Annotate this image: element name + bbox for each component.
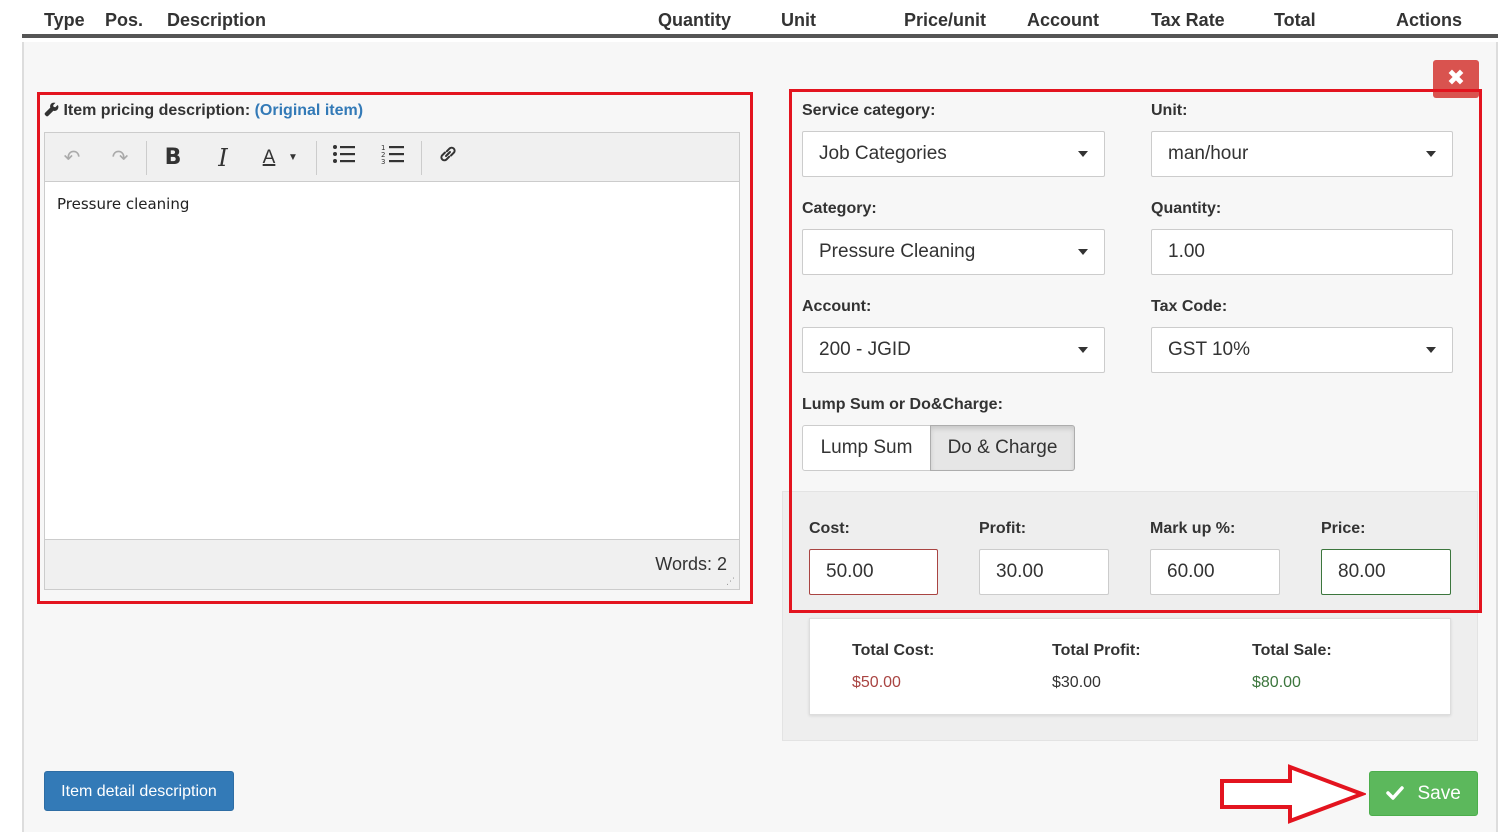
total-sale-value: $80.00 bbox=[1252, 674, 1301, 691]
category-value: Pressure Cleaning bbox=[819, 241, 976, 262]
rich-text-editor: ↶ ↷ B I A ▼ 123 Pressure cleaning Words:… bbox=[44, 132, 740, 590]
do-and-charge-button[interactable]: Do & Charge bbox=[930, 425, 1075, 471]
column-tax-rate: Tax Rate bbox=[1151, 10, 1225, 30]
unit-select[interactable]: man/hour bbox=[1151, 131, 1453, 177]
tax-code-select[interactable]: GST 10% bbox=[1151, 327, 1453, 373]
table-header: Type Pos. Description Quantity Unit Pric… bbox=[22, 0, 1498, 38]
lump-sum-button[interactable]: Lump Sum bbox=[802, 425, 931, 471]
chevron-down-icon bbox=[1078, 347, 1088, 353]
bold-icon[interactable]: B bbox=[158, 143, 188, 173]
column-price-unit: Price/unit bbox=[904, 10, 987, 30]
column-type: Type bbox=[44, 10, 85, 30]
annotation-arrow-icon bbox=[1220, 764, 1366, 824]
save-button[interactable]: Save bbox=[1369, 771, 1478, 816]
toolbar-divider bbox=[421, 141, 422, 175]
tax-code-label: Tax Code: bbox=[1151, 298, 1228, 315]
price-input[interactable]: 80.00 bbox=[1321, 549, 1451, 595]
toolbar-divider bbox=[146, 141, 147, 175]
service-category-select[interactable]: Job Categories bbox=[802, 131, 1105, 177]
original-item-link[interactable]: (Original item) bbox=[255, 102, 363, 119]
column-pos: Pos. bbox=[105, 10, 144, 30]
chevron-down-icon bbox=[1078, 249, 1088, 255]
quantity-input[interactable]: 1.00 bbox=[1151, 229, 1453, 275]
profit-label: Profit: bbox=[979, 520, 1027, 537]
word-count: Words: 2 bbox=[655, 554, 727, 574]
column-actions: Actions bbox=[1396, 10, 1463, 30]
close-icon: ✖ bbox=[1446, 65, 1466, 90]
column-quantity: Quantity bbox=[658, 10, 732, 30]
account-label: Account: bbox=[802, 298, 872, 315]
profit-input[interactable]: 30.00 bbox=[979, 549, 1109, 595]
redo-icon[interactable]: ↷ bbox=[105, 143, 135, 173]
svg-text:3: 3 bbox=[381, 158, 385, 165]
checkmark-icon bbox=[1386, 783, 1417, 804]
editor-label-text: Item pricing description: bbox=[63, 102, 251, 119]
toolbar-divider bbox=[316, 141, 317, 175]
resize-handle-icon[interactable]: ⋰ bbox=[726, 576, 736, 586]
chevron-down-icon bbox=[1078, 151, 1088, 157]
tax-code-value: GST 10% bbox=[1168, 339, 1251, 360]
close-button[interactable]: ✖ bbox=[1433, 60, 1479, 98]
item-detail-description-button[interactable]: Item detail description bbox=[44, 771, 234, 811]
column-account: Account bbox=[1027, 10, 1099, 30]
total-cost-label: Total Cost: bbox=[852, 642, 935, 659]
editor-label: Item pricing description: (Original item… bbox=[44, 102, 363, 120]
text-color-icon[interactable]: A bbox=[254, 143, 284, 173]
save-label: Save bbox=[1417, 783, 1461, 804]
account-select[interactable]: 200 - JGID bbox=[802, 327, 1105, 373]
markup-input[interactable]: 60.00 bbox=[1150, 549, 1280, 595]
total-profit-label: Total Profit: bbox=[1052, 642, 1141, 659]
editor-content[interactable]: Pressure cleaning bbox=[57, 195, 189, 213]
cost-input[interactable]: 50.00 bbox=[809, 549, 938, 595]
unit-value: man/hour bbox=[1168, 143, 1249, 164]
chevron-down-icon[interactable]: ▼ bbox=[286, 143, 300, 173]
totals-summary: Total Cost: $50.00 Total Profit: $30.00 … bbox=[809, 618, 1451, 715]
italic-icon[interactable]: I bbox=[208, 143, 238, 173]
cost-label: Cost: bbox=[809, 520, 850, 537]
price-label: Price: bbox=[1321, 520, 1366, 537]
service-category-label: Service category: bbox=[802, 102, 936, 119]
chevron-down-icon bbox=[1426, 347, 1436, 353]
undo-icon[interactable]: ↶ bbox=[57, 143, 87, 173]
unit-label: Unit: bbox=[1151, 102, 1188, 119]
account-value: 200 - JGID bbox=[819, 339, 911, 360]
editor-statusbar: Words: 2 ⋰ bbox=[45, 539, 739, 589]
editor-toolbar: ↶ ↷ B I A ▼ 123 bbox=[45, 133, 739, 182]
service-category-value: Job Categories bbox=[819, 143, 947, 164]
chevron-down-icon bbox=[1426, 151, 1436, 157]
wrench-icon bbox=[44, 102, 59, 117]
column-unit: Unit bbox=[781, 10, 816, 30]
total-cost-value: $50.00 bbox=[852, 674, 901, 691]
numbered-list-icon[interactable]: 123 bbox=[378, 143, 408, 173]
category-select[interactable]: Pressure Cleaning bbox=[802, 229, 1105, 275]
category-label: Category: bbox=[802, 200, 877, 217]
column-description: Description bbox=[167, 10, 267, 30]
markup-label: Mark up %: bbox=[1150, 520, 1236, 537]
total-sale-label: Total Sale: bbox=[1252, 642, 1332, 659]
quantity-label: Quantity: bbox=[1151, 200, 1222, 217]
column-total: Total bbox=[1274, 10, 1316, 30]
charge-type-label: Lump Sum or Do&Charge: bbox=[802, 396, 1003, 413]
bullet-list-icon[interactable] bbox=[329, 143, 359, 173]
link-icon[interactable] bbox=[433, 143, 463, 173]
total-profit-value: $30.00 bbox=[1052, 674, 1101, 691]
